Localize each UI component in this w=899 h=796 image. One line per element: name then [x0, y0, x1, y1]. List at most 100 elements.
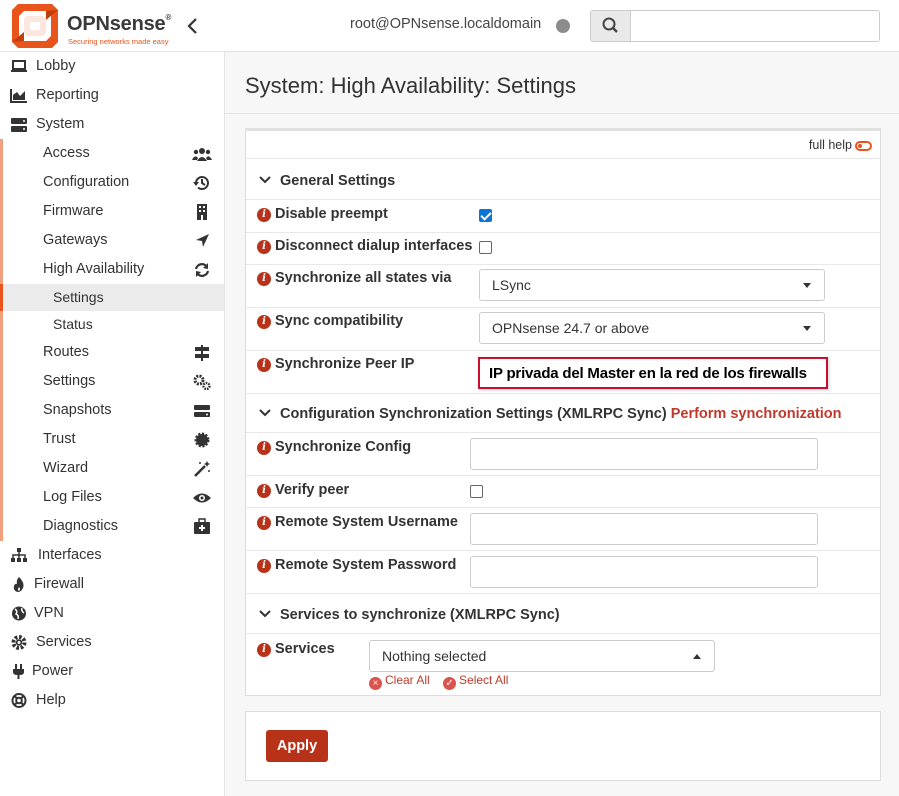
chevron-down-icon — [259, 610, 271, 618]
info-icon[interactable]: i — [257, 516, 271, 530]
divider — [246, 393, 880, 394]
magic-icon — [194, 461, 210, 477]
sidebar-item-firmware[interactable]: Firmware — [0, 197, 224, 226]
sidebar-item-trust[interactable]: Trust — [0, 425, 224, 454]
sidebar-item-system[interactable]: System — [0, 110, 224, 139]
divider — [246, 350, 880, 351]
label-disable-preempt: i Disable preempt — [257, 206, 388, 222]
label-sync-compatibility: i Sync compatibility — [257, 313, 403, 329]
section-general-settings[interactable]: General Settings — [258, 173, 395, 189]
history-icon — [193, 176, 209, 191]
info-icon[interactable]: i — [257, 315, 271, 329]
verify-peer-checkbox[interactable] — [470, 485, 483, 498]
sidebar-item-services[interactable]: Services — [0, 628, 224, 657]
section-services-sync[interactable]: Services to synchronize (XMLRPC Sync) — [258, 607, 560, 623]
perform-sync-link[interactable]: Perform synchronization — [671, 406, 842, 422]
certificate-icon — [194, 432, 210, 448]
sidebar-item-help[interactable]: Help — [0, 686, 224, 715]
sync-config-input[interactable] — [470, 438, 818, 470]
life-ring-icon — [11, 693, 27, 708]
remote-password-input[interactable] — [470, 556, 818, 588]
logo-text: OPNsense® — [67, 13, 172, 35]
server-icon — [11, 118, 27, 132]
info-icon[interactable]: i — [257, 208, 271, 222]
sidebar-item-lobby[interactable]: Lobby — [0, 52, 224, 81]
plug-icon — [13, 664, 24, 679]
divider — [246, 232, 880, 233]
section-config-sync[interactable]: Configuration Synchronization Settings (… — [258, 406, 842, 422]
disable-preempt-checkbox[interactable] — [479, 209, 492, 222]
settings-panel: full help General Settings i Disable pree… — [245, 128, 881, 696]
sidebar-item-reporting[interactable]: Reporting — [0, 81, 224, 110]
opnsense-logo[interactable]: OPNsense® Securing networks made easy — [10, 2, 180, 50]
collapse-sidebar-button[interactable] — [185, 15, 201, 37]
info-icon[interactable]: i — [257, 643, 271, 657]
sidebar-item-diagnostics[interactable]: Diagnostics — [0, 512, 224, 541]
services-select-links: × Clear All ✓ Select All — [369, 673, 518, 690]
hdd-icon — [194, 405, 210, 417]
divider — [246, 633, 880, 634]
check-circle-icon: ✓ — [443, 677, 457, 690]
cogs-icon — [193, 374, 211, 391]
opnsense-logo-icon — [12, 4, 58, 48]
info-icon[interactable]: i — [257, 272, 271, 286]
info-icon[interactable]: i — [257, 484, 271, 498]
sidebar-item-vpn[interactable]: VPN — [0, 599, 224, 628]
disconnect-dialup-checkbox[interactable] — [479, 241, 492, 254]
label-sync-config: i Synchronize Config — [257, 439, 411, 455]
label-verify-peer: i Verify peer — [257, 482, 349, 498]
caret-up-icon — [693, 654, 701, 659]
fire-icon — [13, 577, 24, 592]
remote-username-input[interactable] — [470, 513, 818, 545]
sidebar-item-firewall[interactable]: Firewall — [0, 570, 224, 599]
cog-icon — [11, 635, 27, 650]
divider — [246, 158, 880, 159]
divider — [246, 507, 880, 508]
info-icon[interactable]: i — [257, 559, 271, 573]
chevron-left-icon — [187, 18, 197, 34]
sidebar-item-snapshots[interactable]: Snapshots — [0, 396, 224, 425]
info-icon[interactable]: i — [257, 441, 271, 455]
sidebar-item-configuration[interactable]: Configuration — [0, 168, 224, 197]
sidebar-item-interfaces[interactable]: Interfaces — [0, 541, 224, 570]
sync-peer-ip-annotation[interactable]: IP privada del Master en la red de los f… — [478, 357, 828, 389]
apply-button[interactable]: Apply — [266, 730, 328, 762]
sidebar-item-high-availability[interactable]: High Availability — [0, 255, 224, 284]
select-all-link[interactable]: ✓ Select All — [443, 673, 508, 690]
chevron-down-icon — [259, 409, 271, 417]
chevron-down-icon — [259, 176, 271, 184]
services-multiselect[interactable]: Nothing selected — [369, 640, 715, 672]
full-help-toggle[interactable]: full help — [809, 138, 872, 152]
sidebar-item-ha-settings[interactable]: Settings — [0, 284, 224, 311]
sidebar-item-gateways[interactable]: Gateways — [0, 226, 224, 255]
label-remote-password: i Remote System Password — [257, 557, 456, 573]
sitemap-icon — [11, 548, 27, 562]
apply-panel: Apply — [245, 711, 881, 781]
sidebar-item-ha-status[interactable]: Status — [0, 311, 224, 338]
sidebar-item-access[interactable]: Access — [0, 139, 224, 168]
sidebar-item-routes[interactable]: Routes — [0, 338, 224, 367]
divider — [246, 432, 880, 433]
logged-in-user[interactable]: root@OPNsense.localdomain — [350, 16, 541, 32]
search-input[interactable] — [630, 10, 880, 42]
search-icon — [602, 17, 618, 33]
sidebar-item-settings[interactable]: Settings — [0, 367, 224, 396]
sidebar-item-power[interactable]: Power — [0, 657, 224, 686]
sidebar-item-wizard[interactable]: Wizard — [0, 454, 224, 483]
clear-all-link[interactable]: × Clear All — [369, 673, 430, 690]
main-content: System: High Availability: Settings full… — [225, 52, 899, 796]
title-divider — [225, 113, 899, 114]
status-indicator-icon[interactable] — [556, 19, 570, 33]
building-icon — [197, 204, 207, 220]
laptop-icon — [11, 60, 27, 72]
sync-states-via-select[interactable]: LSync — [479, 269, 825, 301]
search-button[interactable] — [590, 10, 631, 42]
sync-compatibility-select[interactable]: OPNsense 24.7 or above — [479, 312, 825, 344]
top-bar: OPNsense® Securing networks made easy ro… — [0, 0, 899, 52]
divider — [246, 550, 880, 551]
label-disconnect-dialup: i Disconnect dialup interfaces — [257, 238, 472, 254]
sidebar-item-log-files[interactable]: Log Files — [0, 483, 224, 512]
info-icon[interactable]: i — [257, 240, 271, 254]
info-icon[interactable]: i — [257, 358, 271, 372]
page-title: System: High Availability: Settings — [245, 73, 576, 98]
